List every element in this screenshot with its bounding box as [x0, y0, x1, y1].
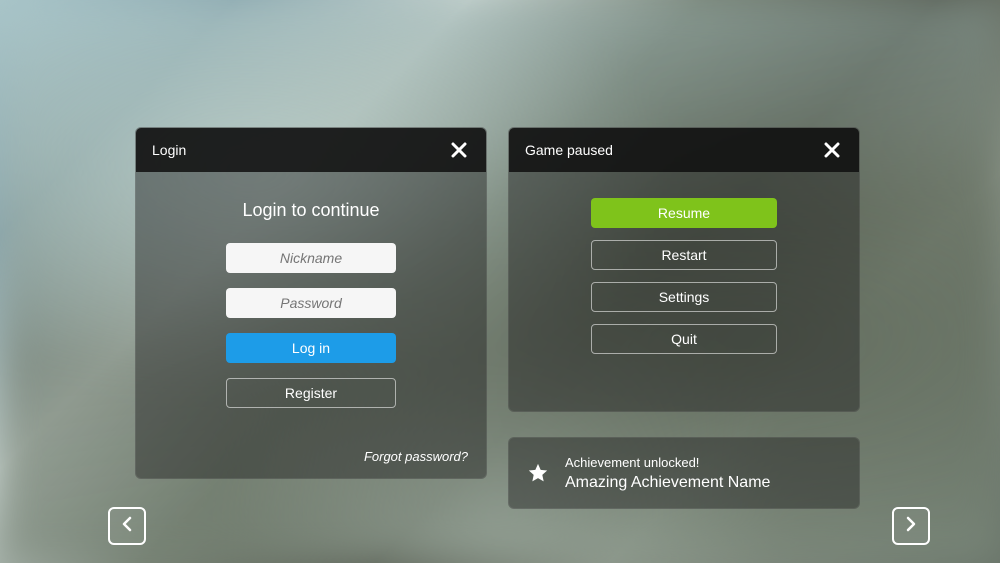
resume-button[interactable]: Resume — [591, 198, 777, 228]
nav-previous-button[interactable] — [108, 507, 146, 545]
star-icon — [527, 462, 549, 484]
chevron-left-icon — [119, 516, 135, 537]
login-button[interactable]: Log in — [226, 333, 396, 363]
login-panel-title: Login — [152, 142, 186, 158]
nickname-input[interactable] — [226, 243, 396, 273]
login-body: Login to continue Log in Register — [136, 172, 486, 437]
register-button[interactable]: Register — [226, 378, 396, 408]
close-icon[interactable] — [821, 139, 843, 161]
pause-panel-title: Game paused — [525, 142, 613, 158]
achievement-name: Amazing Achievement Name — [565, 474, 770, 492]
password-input[interactable] — [226, 288, 396, 318]
achievement-body: Achievement unlocked! Amazing Achievemen… — [509, 438, 859, 508]
restart-button[interactable]: Restart — [591, 240, 777, 270]
pause-panel: Game paused Resume Restart Settings Quit — [508, 127, 860, 412]
forgot-password-link[interactable]: Forgot password? — [364, 449, 468, 464]
login-heading: Login to continue — [242, 200, 379, 221]
pause-body: Resume Restart Settings Quit — [509, 172, 859, 380]
login-panel: Login Login to continue Log in Register … — [135, 127, 487, 479]
close-icon[interactable] — [448, 139, 470, 161]
chevron-right-icon — [903, 516, 919, 537]
nav-next-button[interactable] — [892, 507, 930, 545]
achievement-texts: Achievement unlocked! Amazing Achievemen… — [565, 455, 770, 492]
settings-button[interactable]: Settings — [591, 282, 777, 312]
login-panel-header: Login — [136, 128, 486, 172]
pause-panel-header: Game paused — [509, 128, 859, 172]
quit-button[interactable]: Quit — [591, 324, 777, 354]
achievement-panel: Achievement unlocked! Amazing Achievemen… — [508, 437, 860, 509]
achievement-unlocked-label: Achievement unlocked! — [565, 455, 770, 470]
